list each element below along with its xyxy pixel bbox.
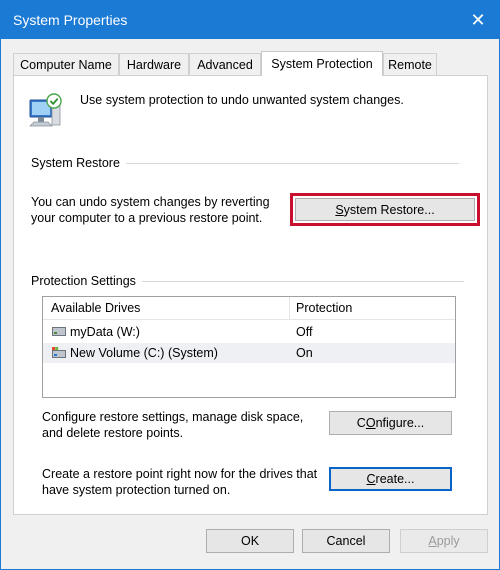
drive-row[interactable]: New Volume (C:) (System) On xyxy=(43,343,455,363)
close-icon[interactable]: ✕ xyxy=(463,5,493,35)
drive-row[interactable]: myData (W:) Off xyxy=(43,322,455,342)
configure-button[interactable]: C Onfigure... xyxy=(329,411,452,435)
accelerator-key: A xyxy=(428,534,437,548)
drive-name: myData (W:) xyxy=(70,325,140,339)
drives-list-header: Available Drives Protection xyxy=(43,297,455,320)
system-restore-button[interactable]: System Restore... xyxy=(295,198,475,221)
drive-protection-status: On xyxy=(296,346,313,360)
tab-strip: Computer Name Hardware Advanced System P… xyxy=(13,51,488,76)
drive-icon xyxy=(52,327,66,336)
button-label: pply xyxy=(436,534,460,548)
button-label: nfigure... xyxy=(375,416,425,430)
create-description-line: have system protection turned on. xyxy=(42,483,231,497)
title-bar[interactable]: System Properties ✕ xyxy=(1,1,499,39)
create-description: Create a restore point right now for the… xyxy=(42,466,317,498)
system-protection-panel: Use system protection to undo unwanted s… xyxy=(13,75,488,515)
create-button[interactable]: Create... xyxy=(329,467,452,491)
drives-list[interactable]: Available Drives Protection myData (W:) … xyxy=(42,296,456,398)
configure-description-line: and delete restore points. xyxy=(42,426,184,440)
system-protection-icon xyxy=(29,93,62,127)
configure-description-line: Configure restore settings, manage disk … xyxy=(42,410,304,424)
drive-protection-status: Off xyxy=(296,325,313,339)
tab-hardware[interactable]: Hardware xyxy=(119,53,189,75)
button-label: C xyxy=(356,416,366,430)
window-title: System Properties xyxy=(13,12,128,28)
ok-button[interactable]: OK xyxy=(206,529,294,553)
protection-settings-divider xyxy=(142,281,464,282)
configure-description: Configure restore settings, manage disk … xyxy=(42,409,303,441)
system-restore-description: You can undo system changes by reverting… xyxy=(31,194,270,226)
cancel-button[interactable]: Cancel xyxy=(302,529,390,553)
accelerator-key: S xyxy=(335,202,344,217)
column-header-protection[interactable]: Protection xyxy=(296,301,352,315)
column-header-drives[interactable]: Available Drives xyxy=(51,301,140,315)
drive-name: New Volume (C:) (System) xyxy=(70,346,218,360)
tab-computer-name[interactable]: Computer Name xyxy=(13,53,119,75)
button-label: ystem Restore... xyxy=(343,202,435,217)
system-drive-icon xyxy=(52,347,66,358)
system-restore-group-label: System Restore xyxy=(31,156,126,170)
system-restore-divider xyxy=(116,163,459,164)
tab-remote[interactable]: Remote xyxy=(383,53,437,75)
apply-button: Apply xyxy=(400,529,488,553)
system-restore-description-line: your computer to a previous restore poin… xyxy=(31,211,263,225)
accelerator-key: O xyxy=(365,416,376,430)
create-description-line: Create a restore point right now for the… xyxy=(42,467,318,481)
tab-advanced[interactable]: Advanced xyxy=(189,53,261,75)
tab-system-protection[interactable]: System Protection xyxy=(261,51,383,76)
button-label: reate... xyxy=(375,472,415,486)
protection-settings-group-label: Protection Settings xyxy=(31,274,142,288)
system-properties-window: System Properties ✕ Computer Name Hardwa… xyxy=(0,0,500,570)
intro-text: Use system protection to undo unwanted s… xyxy=(80,93,404,107)
column-separator xyxy=(289,297,290,319)
accelerator-key: C xyxy=(366,472,376,486)
system-restore-description-line: You can undo system changes by reverting xyxy=(31,195,270,209)
